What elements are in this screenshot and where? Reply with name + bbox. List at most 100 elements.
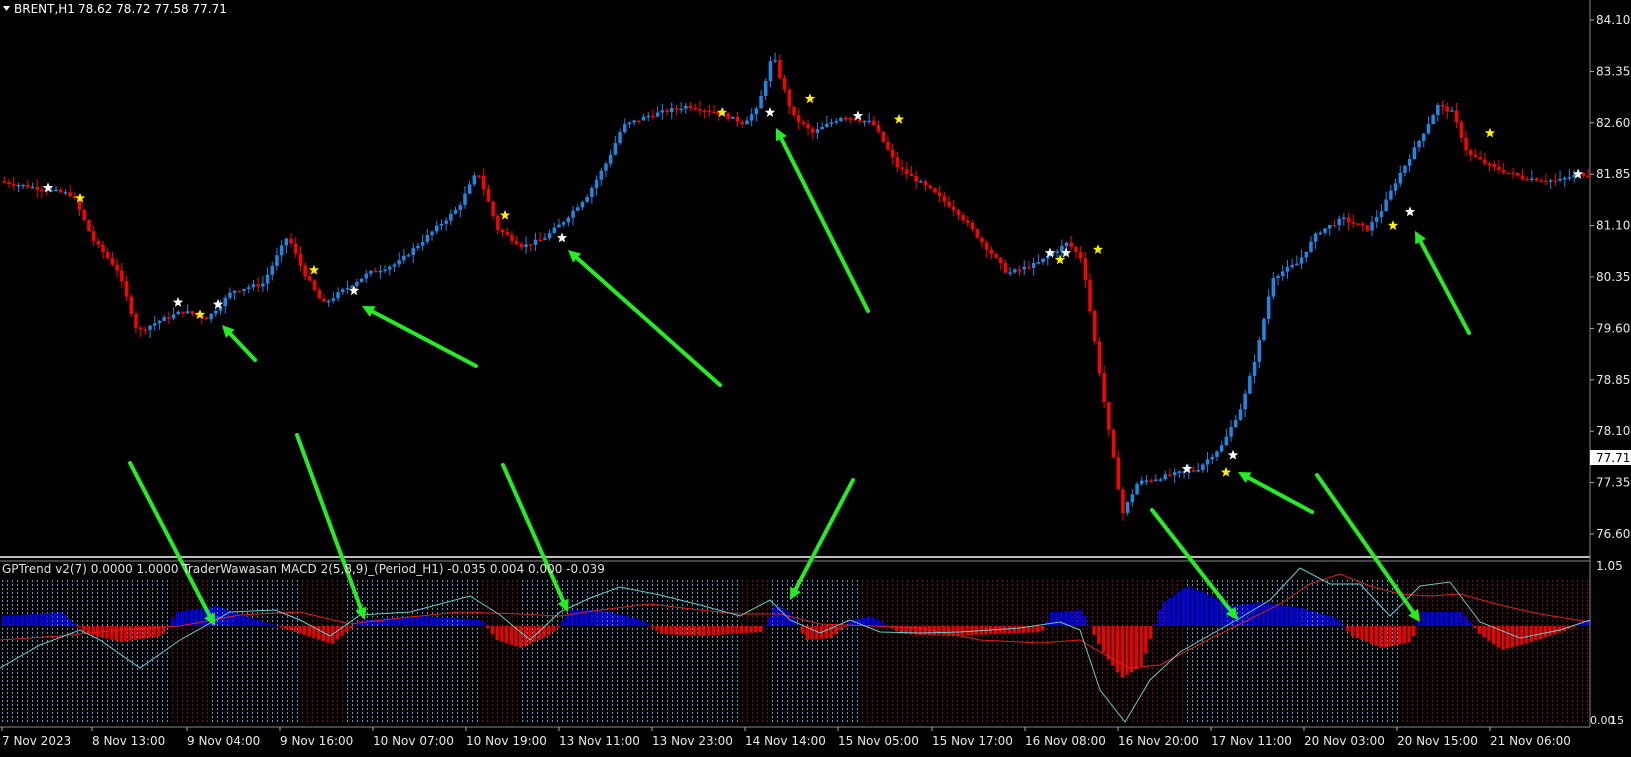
- time-label: 7 Nov 2023: [2, 734, 71, 748]
- histogram-bar-negative: [1388, 626, 1392, 647]
- price-label: 83.35: [1596, 64, 1630, 78]
- candle-body: [999, 257, 1003, 264]
- histogram-bar-negative: [937, 626, 941, 636]
- histogram-bar-positive: [448, 617, 452, 626]
- bear-trend-zone: [170, 580, 212, 724]
- candle-body: [1111, 429, 1116, 458]
- time-label: 9 Nov 04:00: [187, 734, 260, 748]
- ohlc-values: 78.62 78.72 77.58 77.71: [78, 2, 227, 16]
- candle-body: [590, 187, 594, 197]
- candle-body: [373, 270, 378, 273]
- candle-body: [1403, 165, 1407, 173]
- histogram-bar-negative: [1007, 626, 1012, 634]
- candle-body: [900, 167, 904, 170]
- candle-body: [745, 120, 749, 125]
- candle-body: [890, 149, 895, 158]
- time-label: 8 Nov 13:00: [92, 734, 165, 748]
- candle-body: [1426, 124, 1431, 134]
- candle-body: [1304, 251, 1308, 258]
- histogram-bar-negative: [1097, 626, 1101, 645]
- candle-body: [1121, 489, 1125, 513]
- candle-body: [1398, 172, 1402, 184]
- candle-body: [679, 108, 683, 111]
- candle-body: [740, 121, 744, 125]
- histogram-bar-positive: [645, 624, 650, 626]
- candle-body: [1013, 269, 1017, 273]
- candle-body: [1107, 402, 1111, 430]
- histogram-bar-negative: [1139, 626, 1143, 667]
- histogram-bar-positive: [34, 613, 39, 626]
- candle-body: [505, 232, 509, 235]
- histogram-bar-positive: [175, 611, 180, 626]
- candle-body: [500, 229, 505, 233]
- histogram-bar-negative: [1506, 626, 1510, 649]
- candle-body: [364, 273, 368, 279]
- candle-body: [1196, 470, 1200, 472]
- chart-canvas[interactable]: BRENT,H1 78.62 78.72 77.58 77.71 GPTrend…: [0, 0, 1631, 753]
- histogram-bar-negative: [133, 626, 137, 640]
- candle-body: [829, 122, 834, 124]
- histogram-bar-positive: [1289, 606, 1294, 626]
- candle-body: [1412, 147, 1417, 160]
- histogram-bar-positive: [613, 613, 617, 626]
- candle-body: [1553, 180, 1558, 182]
- candle-body: [383, 269, 387, 272]
- histogram-bar-positive: [1172, 595, 1176, 626]
- histogram-bar-positive: [866, 616, 871, 626]
- candle-body: [1017, 269, 1022, 271]
- histogram-bar-positive: [241, 615, 246, 626]
- histogram-bar-negative: [1003, 626, 1007, 634]
- candle-body: [1567, 177, 1572, 179]
- candle-body: [796, 115, 801, 122]
- time-axis[interactable]: 7 Nov 2023 8 Nov 13:00 9 Nov 04:00 9 Nov 16…: [1, 727, 1571, 748]
- candle-body: [712, 111, 716, 114]
- histogram-bar-positive: [570, 610, 575, 626]
- candle-body: [594, 179, 599, 188]
- candle-body: [552, 227, 556, 233]
- histogram-bar-positive: [476, 619, 481, 626]
- candle-body: [702, 110, 707, 113]
- candle-body: [1172, 472, 1177, 476]
- candle-body: [176, 311, 180, 315]
- bear-trend-zone: [1050, 580, 1100, 724]
- histogram-bar-negative: [1553, 626, 1557, 635]
- histogram-bar-negative: [1477, 626, 1482, 634]
- candle-body: [1384, 199, 1388, 212]
- bear-trend-zone: [1400, 580, 1480, 724]
- candle-body: [806, 124, 810, 129]
- time-label: 16 Nov 08:00: [1025, 734, 1106, 748]
- histogram-bar-negative: [824, 626, 828, 639]
- histogram-bar-positive: [434, 616, 438, 626]
- histogram-bar-negative: [1036, 626, 1040, 633]
- candle-body: [134, 314, 138, 328]
- candle-body: [279, 245, 284, 256]
- histogram-bar-positive: [1054, 611, 1059, 626]
- histogram-bar-positive: [566, 614, 570, 626]
- time-label: 20 Nov 15:00: [1397, 734, 1478, 748]
- candle-body: [444, 220, 448, 224]
- histogram-bar-negative: [749, 626, 753, 633]
- candle-body: [820, 126, 824, 130]
- candle-body: [867, 120, 871, 123]
- histogram-bar-negative: [730, 626, 734, 634]
- histogram-bar-positive: [363, 619, 368, 626]
- candle-body: [773, 60, 777, 62]
- candle-body: [1558, 178, 1562, 181]
- histogram-bar-positive: [1158, 609, 1162, 626]
- candle-body: [425, 234, 430, 242]
- candle-body: [914, 175, 918, 182]
- candle-body: [2, 181, 7, 183]
- main-chart-area[interactable]: [0, 0, 1590, 556]
- bull-trend-zone: [520, 580, 740, 724]
- candle-body: [519, 244, 524, 247]
- candle-body: [952, 206, 956, 211]
- candle-body: [1177, 471, 1182, 473]
- candle-body: [514, 240, 519, 245]
- price-label: 81.85: [1596, 167, 1630, 181]
- histogram-bar-negative: [349, 626, 354, 629]
- candle-body: [30, 186, 35, 189]
- candle-body: [1102, 373, 1106, 403]
- histogram-bar-negative: [500, 626, 504, 642]
- chart-window[interactable]: BRENT,H1 78.62 78.72 77.58 77.71 GPTrend…: [0, 0, 1631, 753]
- candle-body: [157, 320, 162, 324]
